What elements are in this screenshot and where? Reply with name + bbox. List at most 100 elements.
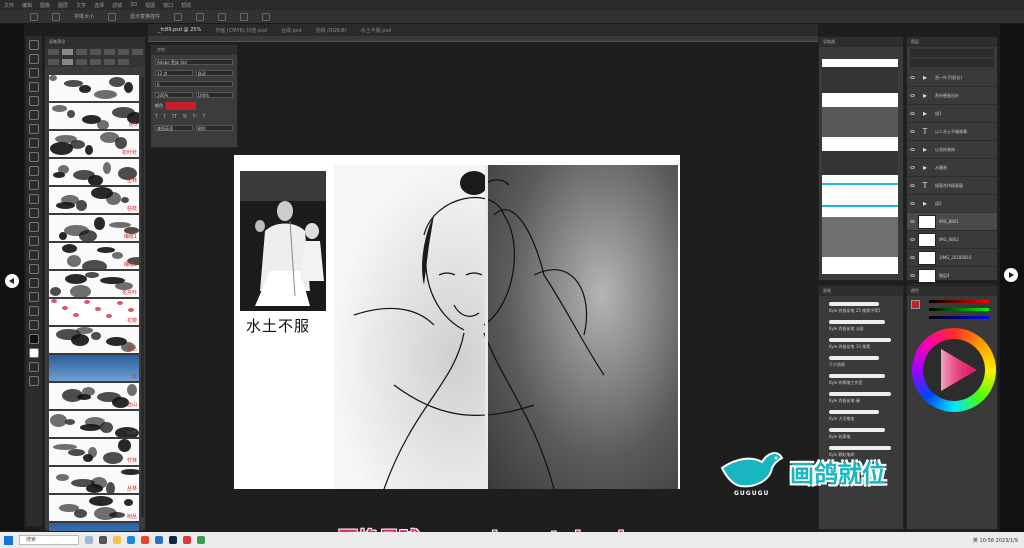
category-tab[interactable]	[90, 49, 101, 55]
hand-tool-icon[interactable]	[29, 292, 39, 302]
brush-preset-item[interactable]: 松叶针	[49, 131, 139, 157]
brush-stroke-preview[interactable]	[829, 320, 885, 324]
visibility-eye-icon[interactable]	[910, 184, 915, 187]
more-tools-icon[interactable]	[29, 320, 39, 330]
crop-tool-icon[interactable]	[29, 96, 39, 106]
document-canvas[interactable]: 水土不服	[234, 155, 680, 489]
layer-row[interactable]: ▸ 水墨画	[907, 159, 997, 177]
category-tab[interactable]	[76, 49, 87, 55]
chrome-icon[interactable]	[141, 536, 149, 544]
menu-type[interactable]: 文字	[76, 2, 86, 9]
leading-field[interactable]: 自动	[195, 69, 233, 76]
allcaps-icon[interactable]: TT	[172, 114, 177, 119]
menu-3d[interactable]: 3D	[130, 2, 137, 8]
category-tab[interactable]	[118, 49, 129, 55]
shape-tool-icon[interactable]	[29, 278, 39, 288]
brush-name[interactable]: Kyle 终极炭笔 10 像素	[829, 344, 903, 350]
brush-stroke-preview[interactable]	[829, 302, 879, 306]
blend-mode-bar[interactable]	[910, 59, 994, 67]
healing-brush-icon[interactable]	[29, 124, 39, 134]
visibility-eye-icon[interactable]	[910, 274, 915, 277]
brush-tool-icon[interactable]	[29, 138, 39, 148]
subcategory-tab[interactable]	[118, 59, 129, 65]
clone-stamp-icon[interactable]	[29, 152, 39, 162]
horizontal-scale-field[interactable]: 100%	[195, 91, 233, 98]
doc-tab[interactable]: 作画 (CMYK) 抖音.psd	[215, 27, 267, 34]
layer-row[interactable]: T 以人水土不服故事	[907, 123, 997, 141]
layer-row[interactable]: 图层4	[907, 267, 997, 285]
brush-thumbnail-strip[interactable]	[822, 59, 898, 274]
move-tool-icon[interactable]	[29, 40, 39, 50]
panel-header[interactable]: 颜色	[907, 286, 997, 296]
brush-list-scrollbar[interactable]	[141, 77, 144, 517]
layer-row[interactable]: ▸ 组1	[907, 105, 997, 123]
brush-name[interactable]: 干介质刷	[829, 362, 903, 368]
italic-icon[interactable]: T	[163, 114, 165, 119]
app-icon[interactable]	[183, 536, 191, 544]
align-left-icon[interactable]	[174, 12, 183, 21]
menu-window[interactable]: 窗口	[163, 2, 173, 9]
brush-stroke-preview[interactable]	[829, 428, 885, 432]
menu-layer[interactable]: 图层	[58, 2, 68, 9]
clock-time[interactable]: 10:58	[980, 538, 994, 544]
options-transform[interactable]: 显示变换控件	[130, 13, 160, 20]
photoshop-icon[interactable]	[169, 536, 177, 544]
blue-slider[interactable]	[929, 316, 989, 319]
layer-row[interactable]: ▸ 以花枝装饰	[907, 141, 997, 159]
brush-stroke-preview[interactable]	[829, 338, 891, 342]
brush-preset-item[interactable]: 竹林	[49, 439, 139, 465]
layer-row[interactable]: IMG_8802	[907, 231, 997, 249]
visibility-eye-icon[interactable]	[910, 202, 915, 205]
eyedropper-icon[interactable]	[29, 110, 39, 120]
align-right-icon[interactable]	[218, 12, 227, 21]
taskbar-search[interactable]: 搜索	[19, 535, 79, 545]
3d-mode-icon[interactable]	[262, 12, 271, 21]
visibility-eye-icon[interactable]	[910, 112, 915, 115]
options-mode[interactable]: 字体大小	[74, 13, 94, 20]
subcategory-tab[interactable]	[76, 59, 87, 65]
text-color-swatch[interactable]	[166, 101, 196, 110]
brush-name[interactable]: Kyle 终极炭笔 25 像素中等1	[829, 308, 903, 314]
visibility-eye-icon[interactable]	[910, 238, 915, 241]
menu-filter[interactable]: 滤镜	[112, 2, 122, 9]
category-tab[interactable]	[104, 49, 115, 55]
background-color-icon[interactable]	[29, 348, 39, 358]
visibility-eye-icon[interactable]	[910, 220, 915, 223]
doc-tab[interactable]: 合成.psd	[281, 27, 302, 34]
system-tray[interactable]: 英 10:58 2023/1/9	[973, 537, 1024, 544]
font-family-select[interactable]: Adobe 黑体 Std	[155, 58, 233, 65]
menu-edit[interactable]: 编辑	[22, 2, 32, 9]
distribute-icon[interactable]	[240, 12, 249, 21]
brush-preset-item[interactable]: 树丛	[49, 495, 139, 521]
visibility-eye-icon[interactable]	[910, 256, 915, 259]
foreground-color-icon[interactable]	[29, 334, 39, 344]
superscript-icon[interactable]: T¹	[193, 114, 197, 119]
layer-row[interactable]: 1IMG_20180816	[907, 249, 997, 267]
brush-preset-item[interactable]	[49, 523, 139, 531]
gradient-icon[interactable]	[29, 194, 39, 204]
weather-icon[interactable]	[85, 536, 93, 544]
brush-stroke-preview[interactable]	[829, 392, 891, 396]
visibility-eye-icon[interactable]	[910, 94, 915, 97]
category-tab[interactable]	[62, 49, 73, 55]
eraser-icon[interactable]	[29, 180, 39, 190]
start-icon[interactable]	[4, 535, 13, 545]
layer-filter-bar[interactable]	[910, 49, 994, 57]
brush-preset-item[interactable]: 远山	[49, 383, 139, 409]
brush-preset-item[interactable]: 花卉叶	[49, 271, 139, 297]
underline-icon[interactable]: T	[203, 114, 205, 119]
task-view-icon[interactable]	[99, 536, 107, 544]
visibility-eye-icon[interactable]	[910, 76, 915, 79]
menu-image[interactable]: 图像	[40, 2, 50, 9]
subcategory-tab[interactable]	[48, 59, 59, 65]
menu-help[interactable]: 帮助	[181, 2, 191, 9]
menu-view[interactable]: 视图	[145, 2, 155, 9]
brush-preset-item[interactable]: 丛林	[49, 467, 139, 493]
pen-tool-icon[interactable]	[29, 236, 39, 246]
doc-tab[interactable]: 水土不服.psd	[361, 27, 392, 34]
brush-preset-item[interactable]: 梅枝1	[49, 215, 139, 241]
panel-title[interactable]: 字符	[157, 47, 165, 53]
brush-name[interactable]: Kyle 的啄笔工作室	[829, 380, 903, 386]
red-slider[interactable]	[929, 300, 989, 303]
brush-preset-item[interactable]: 密林	[49, 159, 139, 185]
